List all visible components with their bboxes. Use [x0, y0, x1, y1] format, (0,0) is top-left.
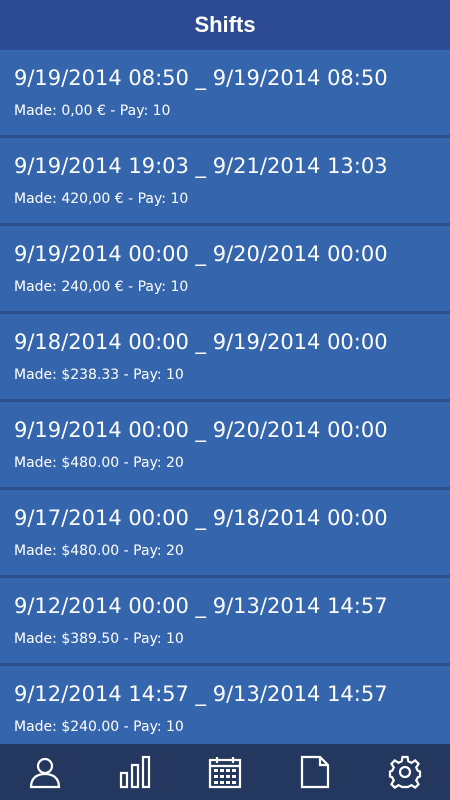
shift-row[interactable]: 9/17/2014 00:00 _ 9/18/2014 00:00 Made: … — [0, 490, 450, 578]
shift-range: 9/18/2014 00:00 _ 9/19/2014 00:00 — [14, 330, 388, 354]
app-header: Shifts — [0, 0, 450, 50]
shift-row[interactable]: 9/19/2014 00:00 _ 9/20/2014 00:00 Made: … — [0, 402, 450, 490]
shift-summary: Made: 0,00 € - Pay: 10 — [14, 103, 171, 119]
shift-summary: Made: 240,00 € - Pay: 10 — [14, 279, 189, 295]
shift-range: 9/12/2014 00:00 _ 9/13/2014 14:57 — [14, 594, 388, 618]
nav-tab-reports[interactable] — [285, 744, 345, 800]
bar-chart-icon — [119, 755, 151, 789]
gear-icon — [388, 755, 422, 789]
nav-tab-settings[interactable] — [375, 744, 435, 800]
shift-range: 9/12/2014 14:57 _ 9/13/2014 14:57 — [14, 682, 388, 706]
shift-summary: Made: $480.00 - Pay: 20 — [14, 455, 184, 471]
shift-range: 9/19/2014 19:03 _ 9/21/2014 13:03 — [14, 154, 388, 178]
bottom-nav — [0, 744, 450, 800]
shift-list: 9/19/2014 08:50 _ 9/19/2014 08:50 Made: … — [0, 50, 450, 744]
shift-summary: Made: $240.00 - Pay: 10 — [14, 719, 184, 735]
shift-summary: Made: $238.33 - Pay: 10 — [14, 367, 184, 383]
nav-tab-profile[interactable] — [15, 744, 75, 800]
shift-range: 9/19/2014 00:00 _ 9/20/2014 00:00 — [14, 418, 388, 442]
shift-summary: Made: $480.00 - Pay: 20 — [14, 543, 184, 559]
shift-range: 9/17/2014 00:00 _ 9/18/2014 00:00 — [14, 506, 388, 530]
shift-row[interactable]: 9/18/2014 00:00 _ 9/19/2014 00:00 Made: … — [0, 314, 450, 402]
person-icon — [29, 757, 61, 789]
shift-row[interactable]: 9/19/2014 19:03 _ 9/21/2014 13:03 Made: … — [0, 138, 450, 226]
shift-range: 9/19/2014 08:50 _ 9/19/2014 08:50 — [14, 66, 388, 90]
shift-summary: Made: $389.50 - Pay: 10 — [14, 631, 184, 647]
page-title: Shifts — [194, 12, 256, 37]
shift-range: 9/19/2014 00:00 _ 9/20/2014 00:00 — [14, 242, 388, 266]
shift-row[interactable]: 9/19/2014 08:50 _ 9/19/2014 08:50 Made: … — [0, 50, 450, 138]
shift-summary: Made: 420,00 € - Pay: 10 — [14, 191, 189, 207]
shift-row[interactable]: 9/19/2014 00:00 _ 9/20/2014 00:00 Made: … — [0, 226, 450, 314]
nav-tab-stats[interactable] — [105, 744, 165, 800]
document-icon — [300, 755, 330, 789]
nav-tab-calendar[interactable] — [195, 744, 255, 800]
shift-row[interactable]: 9/12/2014 00:00 _ 9/13/2014 14:57 Made: … — [0, 578, 450, 666]
shift-row[interactable]: 9/12/2014 14:57 _ 9/13/2014 14:57 Made: … — [0, 666, 450, 744]
calendar-icon — [208, 757, 242, 789]
